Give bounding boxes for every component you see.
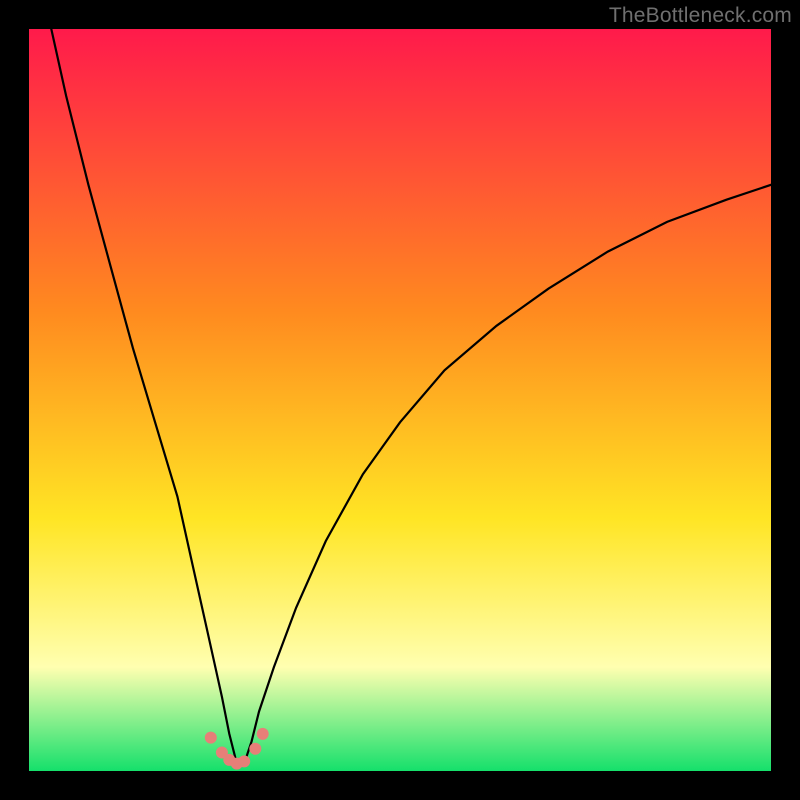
marker-point xyxy=(257,728,269,740)
marker-point xyxy=(238,755,250,767)
marker-point xyxy=(205,732,217,744)
chart-frame xyxy=(29,29,771,771)
watermark-text: TheBottleneck.com xyxy=(609,4,792,28)
marker-point xyxy=(249,743,261,755)
gradient-background xyxy=(29,29,771,771)
bottleneck-plot xyxy=(29,29,771,771)
